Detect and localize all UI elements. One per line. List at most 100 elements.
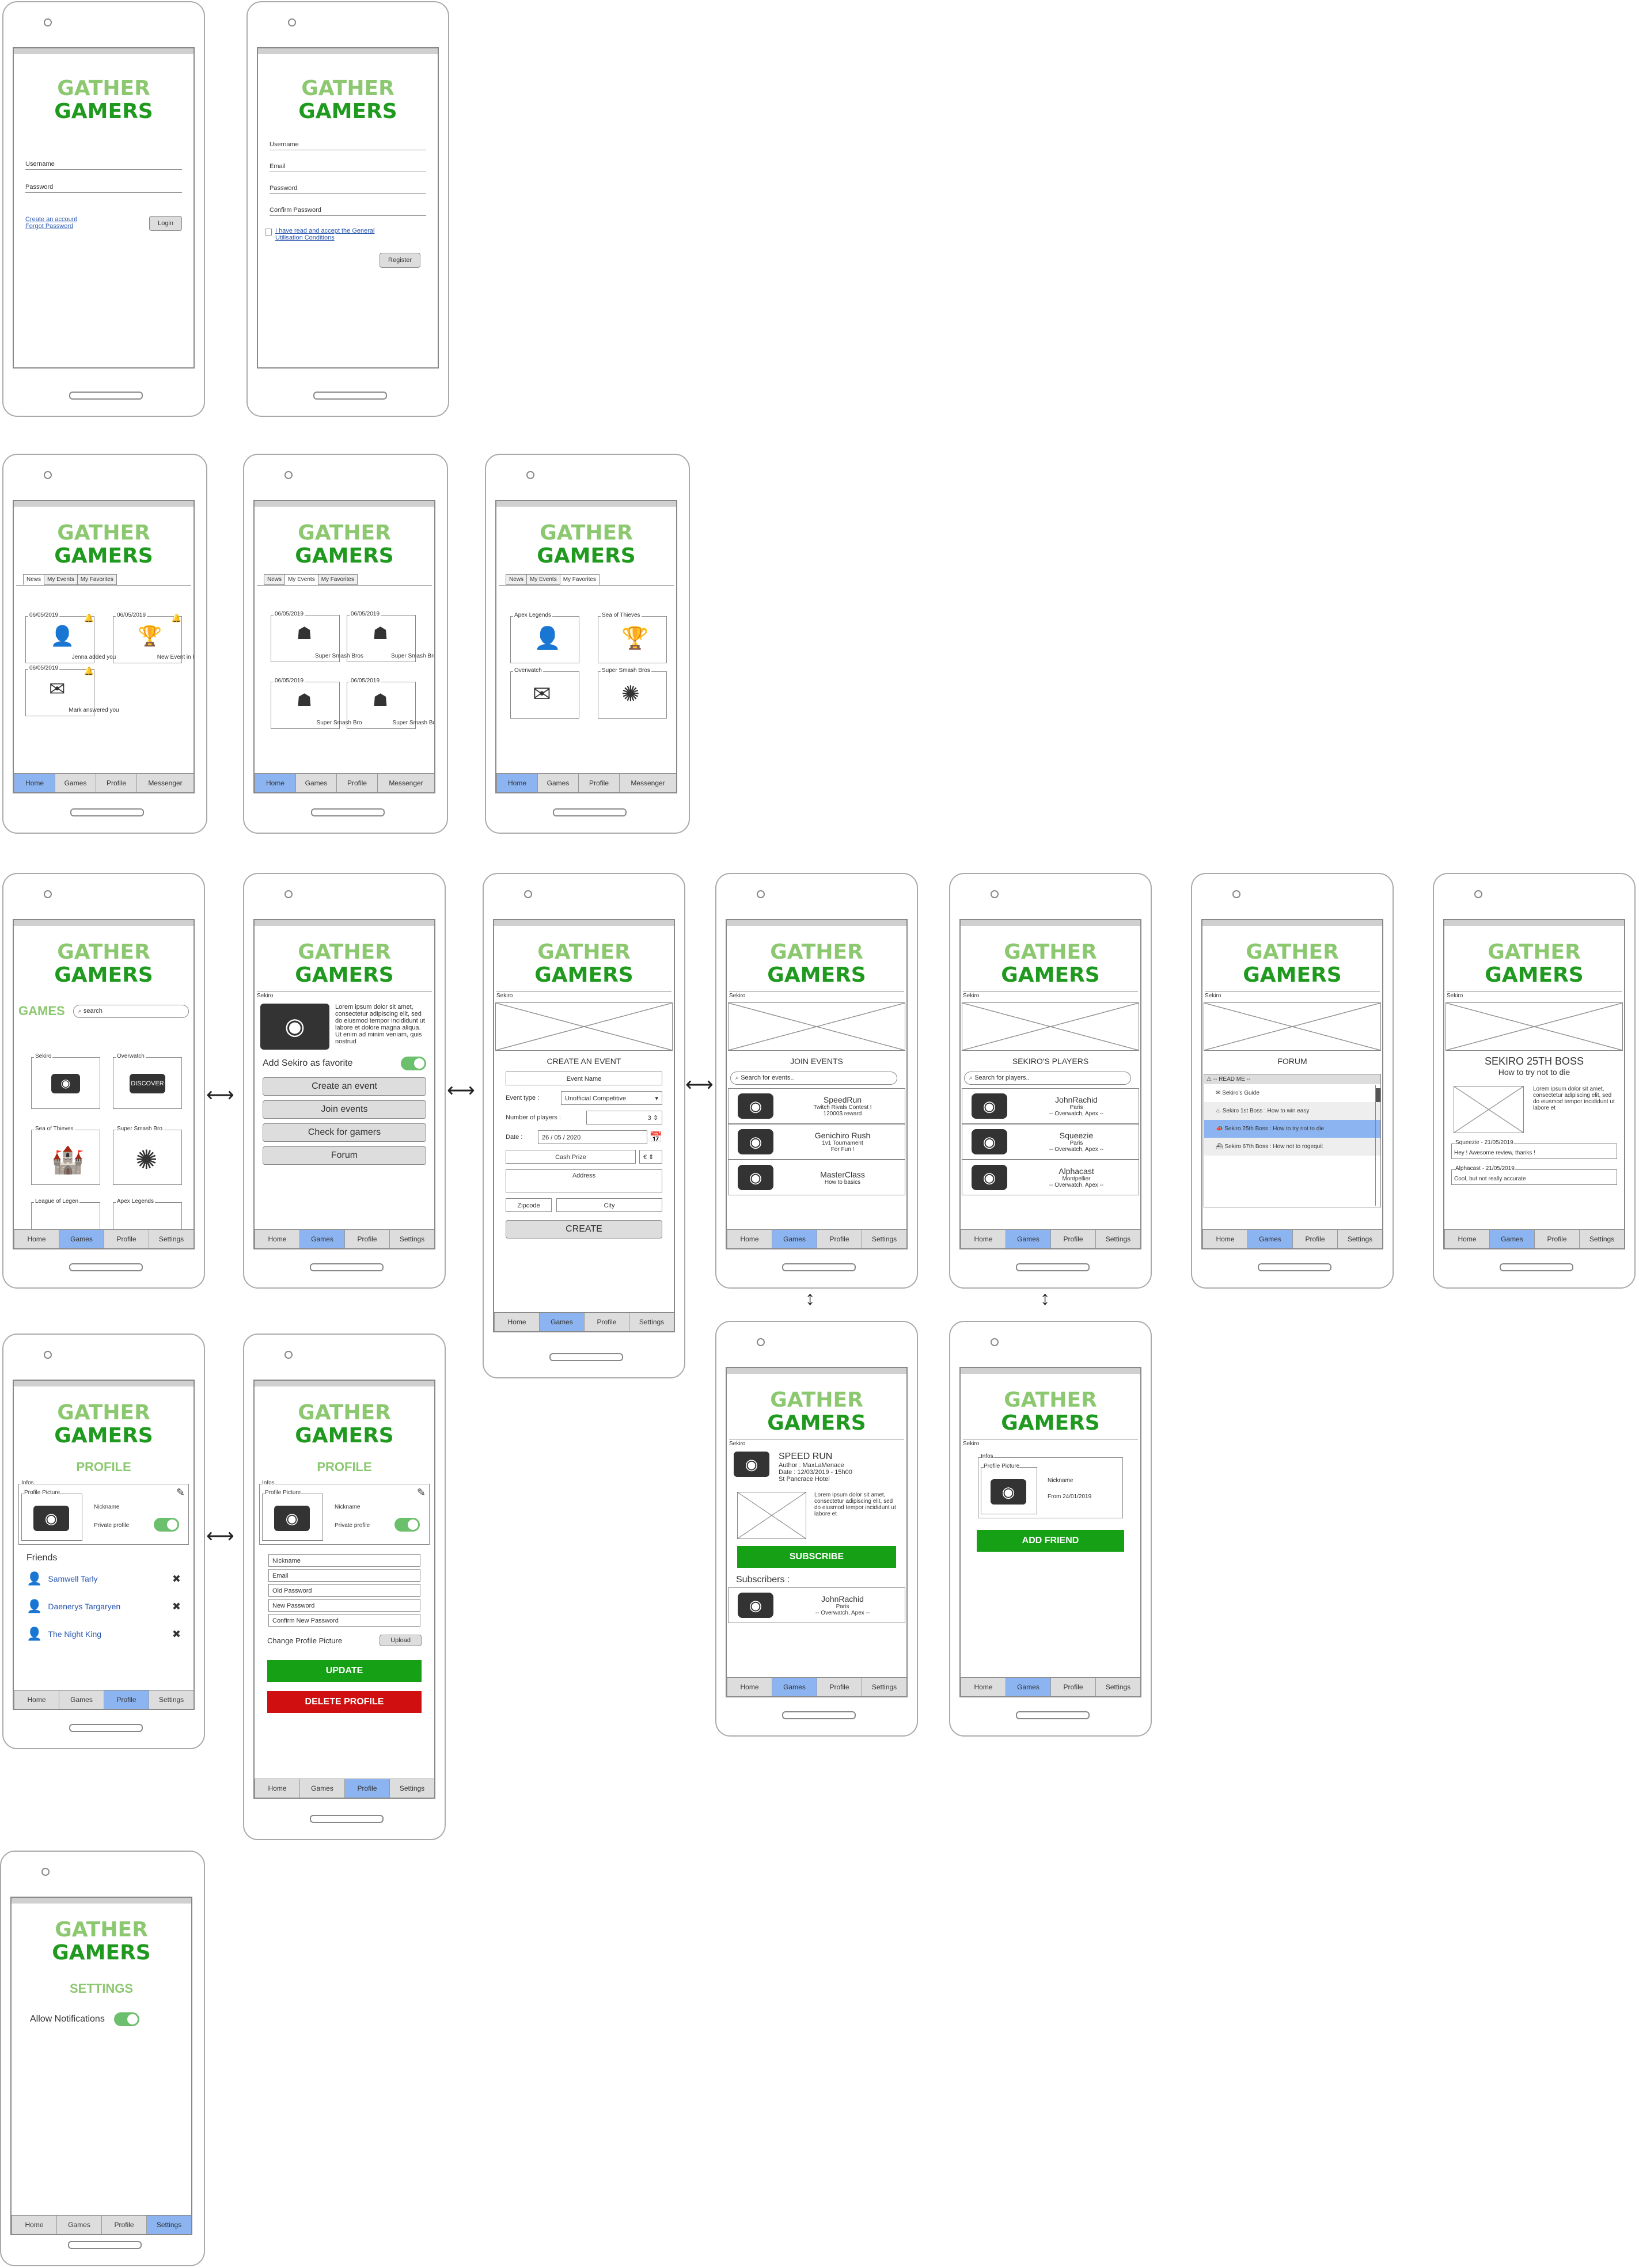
nav-home[interactable]: Home: [1202, 1230, 1247, 1248]
tab-my-favorites[interactable]: My Favorites: [559, 574, 600, 586]
nav-games[interactable]: Games: [295, 774, 336, 792]
nav-home[interactable]: Home: [496, 774, 537, 792]
join-events-button[interactable]: Join events: [263, 1100, 426, 1119]
zipcode-input[interactable]: Zipcode: [506, 1198, 552, 1213]
favorite-card[interactable]: Super Smash Bros ✺: [598, 667, 667, 719]
currency-select[interactable]: € ⇕: [639, 1150, 662, 1164]
game-card-overwatch[interactable]: Overwatch DISCOVER: [113, 1053, 182, 1109]
nav-home[interactable]: Home: [961, 1230, 1006, 1248]
password-field[interactable]: Password: [25, 180, 182, 193]
nav-settings[interactable]: Settings: [389, 1779, 434, 1798]
pencil-icon[interactable]: ✎: [176, 1487, 185, 1499]
nav-games[interactable]: Games: [772, 1230, 817, 1248]
confirm-new-password-input[interactable]: Confirm New Password: [268, 1614, 420, 1627]
nav-games[interactable]: Games: [539, 1313, 584, 1331]
notifications-toggle[interactable]: [113, 2012, 139, 2027]
forum-thread[interactable]: ♨ Sekiro 1st Boss : How to win easy: [1204, 1102, 1380, 1120]
tab-my-events[interactable]: My Events: [526, 574, 560, 586]
nav-settings[interactable]: Settings: [1095, 1678, 1140, 1696]
news-card[interactable]: 06/05/2019 👤 Jenna added you 🔔: [25, 612, 116, 663]
nav-profile[interactable]: Profile: [104, 1690, 149, 1709]
favorite-toggle[interactable]: [401, 1057, 426, 1071]
game-card-sekiro[interactable]: Sekiro ◉: [31, 1053, 100, 1109]
nav-home[interactable]: Home: [727, 1678, 772, 1696]
nav-settings[interactable]: Settings: [1579, 1230, 1624, 1248]
event-name-input[interactable]: Event Name: [506, 1072, 662, 1086]
news-card[interactable]: 06/05/2019 ✉ Mark answered you 🔔: [25, 665, 119, 716]
forum-thread-selected[interactable]: 📣 Sekiro 25th Boss : How to try not to d…: [1204, 1120, 1380, 1138]
nav-home[interactable]: Home: [727, 1230, 772, 1248]
tab-my-favorites[interactable]: My Favorites: [77, 574, 117, 586]
confirm-password-field[interactable]: Confirm Password: [270, 203, 426, 216]
terms-checkbox[interactable]: [265, 229, 272, 236]
nav-messenger[interactable]: Messenger: [136, 774, 194, 792]
old-password-input[interactable]: Old Password: [268, 1584, 420, 1597]
event-type-select[interactable]: Unofficial Competitive ▾: [561, 1091, 662, 1105]
players-search-input[interactable]: ⌕ Search for players..: [964, 1072, 1131, 1085]
check-gamers-button[interactable]: Check for gamers: [263, 1123, 426, 1142]
terms-link[interactable]: I have read and accept the General Utili…: [275, 227, 402, 241]
nav-settings[interactable]: Settings: [389, 1230, 434, 1248]
nav-messenger[interactable]: Messenger: [377, 774, 434, 792]
nickname-input[interactable]: Nickname: [268, 1554, 420, 1567]
nav-home[interactable]: Home: [255, 1779, 299, 1798]
close-icon[interactable]: ✖: [172, 1601, 181, 1613]
readme-row[interactable]: ⚠ -- READ ME --: [1204, 1074, 1380, 1085]
games-search-input[interactable]: ⌕ search: [73, 1004, 189, 1018]
nav-settings[interactable]: Settings: [862, 1230, 906, 1248]
friend-name[interactable]: The Night King: [48, 1629, 172, 1639]
event-row[interactable]: ◉ Genichiro Rush 1v1 Tournament For Fun !: [728, 1124, 905, 1160]
friend-name[interactable]: Daenerys Targaryen: [48, 1602, 172, 1611]
nav-messenger[interactable]: Messenger: [619, 774, 676, 792]
nav-profile[interactable]: Profile: [1292, 1230, 1337, 1248]
username-field[interactable]: Username: [25, 157, 182, 170]
upload-button[interactable]: Upload: [380, 1635, 422, 1647]
forum-list[interactable]: ⚠ -- READ ME -- ✉ Sekiro's Guide ♨ Sekir…: [1204, 1074, 1381, 1208]
nav-home[interactable]: Home: [14, 1690, 59, 1709]
nav-profile[interactable]: Profile: [344, 1230, 389, 1248]
player-row[interactable]: ◉ Squeezie Paris -- Overwatch, Apex --: [962, 1124, 1139, 1160]
nav-games[interactable]: Games: [1006, 1678, 1050, 1696]
nav-home[interactable]: Home: [255, 1230, 299, 1248]
city-input[interactable]: City: [556, 1198, 662, 1213]
tab-my-events[interactable]: My Events: [284, 574, 318, 586]
nav-profile[interactable]: Profile: [817, 1230, 862, 1248]
calendar-icon[interactable]: 📅: [650, 1131, 662, 1144]
add-friend-button[interactable]: ADD FRIEND: [977, 1530, 1124, 1552]
nav-settings[interactable]: Settings: [862, 1678, 906, 1696]
create-button[interactable]: CREATE: [506, 1220, 662, 1239]
nav-profile[interactable]: Profile: [336, 774, 377, 792]
address-input[interactable]: Address: [506, 1169, 662, 1193]
nav-games[interactable]: Games: [299, 1230, 344, 1248]
player-row[interactable]: ◉ JohnRachid Paris -- Overwatch, Apex --: [962, 1088, 1139, 1124]
event-row[interactable]: ◉ MasterClass How to basics: [728, 1160, 905, 1196]
subscribe-button[interactable]: SUBSCRIBE: [737, 1546, 896, 1568]
nav-games[interactable]: Games: [537, 774, 578, 792]
game-card-smash[interactable]: Super Smash Bro ✺: [113, 1126, 182, 1185]
nav-games[interactable]: Games: [1247, 1230, 1292, 1248]
scrollbar-thumb[interactable]: [1376, 1088, 1380, 1103]
favorite-card[interactable]: Sea of Thieves 🏆: [598, 612, 667, 663]
nav-home[interactable]: Home: [12, 2216, 56, 2234]
nav-games[interactable]: Games: [59, 1230, 104, 1248]
create-event-button[interactable]: Create an event: [263, 1077, 426, 1096]
events-search-input[interactable]: ⌕ Search for events..: [730, 1072, 897, 1085]
event-card[interactable]: 06/05/2019 ☗ Super Smash Bros: [271, 611, 363, 662]
nav-profile[interactable]: Profile: [344, 1779, 389, 1798]
player-row[interactable]: ◉ Alphacast Montpellier -- Overwatch, Apex …: [962, 1160, 1139, 1196]
nav-home[interactable]: Home: [255, 774, 295, 792]
news-card[interactable]: 06/05/2019 🏆 New Event in Paris 🔔: [113, 612, 194, 663]
date-input[interactable]: 26 / 05 / 2020: [538, 1130, 647, 1145]
nav-games[interactable]: Games: [299, 1779, 344, 1798]
friend-row[interactable]: 👤 Samwell Tarly ✖: [26, 1571, 181, 1586]
delete-profile-button[interactable]: DELETE PROFILE: [267, 1691, 422, 1714]
players-stepper[interactable]: 3 ⇕: [586, 1111, 662, 1125]
nav-profile[interactable]: Profile: [104, 1230, 149, 1248]
favorite-card[interactable]: Apex Legends 👤: [510, 612, 579, 663]
nav-profile[interactable]: Profile: [101, 2216, 146, 2234]
email-input[interactable]: Email: [268, 1569, 420, 1582]
nav-games[interactable]: Games: [59, 1690, 104, 1709]
close-icon[interactable]: ✖: [172, 1573, 181, 1585]
nav-settings[interactable]: Settings: [629, 1313, 674, 1331]
nav-profile[interactable]: Profile: [1534, 1230, 1579, 1248]
